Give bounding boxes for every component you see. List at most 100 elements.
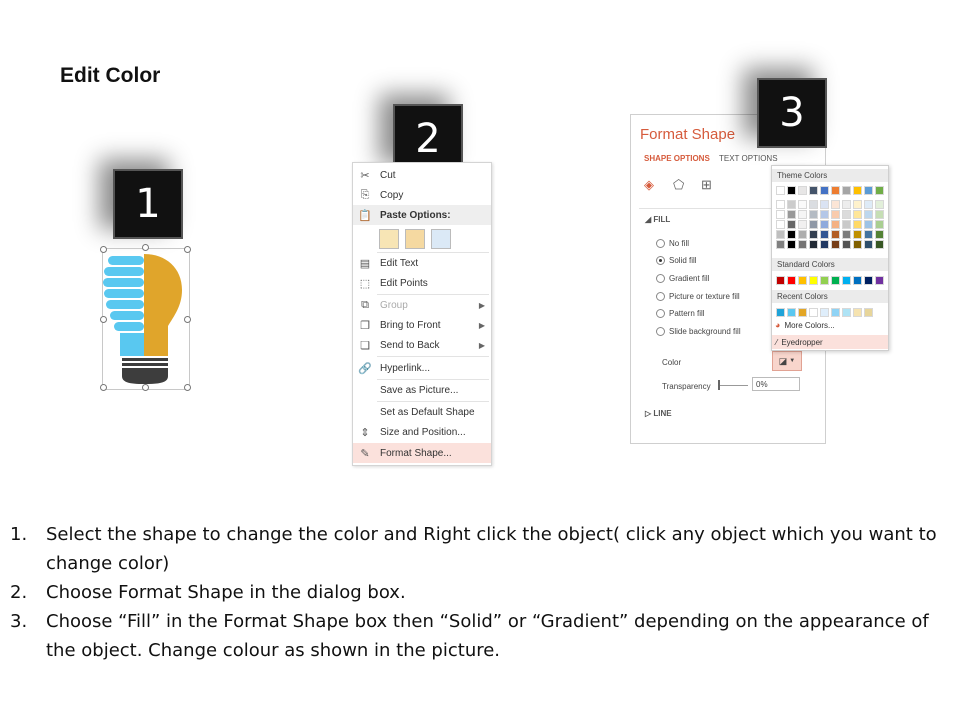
tab-shape-options[interactable]: SHAPE OPTIONS [644, 154, 710, 163]
menu-item-edit-text[interactable]: ▤ Edit Text [353, 253, 491, 273]
color-swatch[interactable] [842, 220, 851, 229]
line-section-header[interactable]: ▷ LINE [645, 409, 672, 418]
radio-pattern-fill[interactable]: Pattern fill [656, 309, 705, 318]
color-swatch[interactable] [809, 220, 818, 229]
color-swatch[interactable] [864, 308, 873, 317]
color-swatch[interactable] [864, 240, 873, 249]
color-swatch[interactable] [798, 240, 807, 249]
color-swatch[interactable] [787, 220, 796, 229]
slider-thumb[interactable] [718, 380, 720, 390]
color-swatch[interactable] [831, 200, 840, 209]
menu-item-edit-points[interactable]: ⬚ Edit Points [353, 273, 491, 293]
color-swatch[interactable] [787, 210, 796, 219]
color-swatch[interactable] [820, 240, 829, 249]
menu-item-cut[interactable]: ✂ Cut [353, 165, 491, 185]
radio-solid-fill[interactable]: Solid fill [656, 256, 697, 265]
color-swatch[interactable] [787, 200, 796, 209]
radio-no-fill[interactable]: No fill [656, 239, 689, 248]
menu-item-save-as-picture[interactable]: Save as Picture... [353, 380, 491, 400]
color-swatch[interactable] [853, 276, 862, 285]
lightbulb-shape[interactable] [100, 236, 191, 394]
color-swatch[interactable] [820, 186, 829, 195]
color-swatch[interactable] [820, 220, 829, 229]
color-swatch[interactable] [842, 276, 851, 285]
color-swatch[interactable] [820, 210, 829, 219]
color-swatch[interactable] [776, 230, 785, 239]
eyedropper-item[interactable]: ⁄ Eyedropper [772, 335, 888, 349]
color-swatch[interactable] [853, 220, 862, 229]
paste-picture-icon[interactable] [431, 229, 451, 249]
fill-section-header[interactable]: ◢ FILL [645, 215, 670, 224]
color-swatch[interactable] [875, 210, 884, 219]
color-swatch[interactable] [842, 186, 851, 195]
color-swatch[interactable] [831, 308, 840, 317]
tab-text-options[interactable]: TEXT OPTIONS [719, 154, 778, 163]
color-swatch[interactable] [798, 308, 807, 317]
menu-item-size-and-position[interactable]: ⇕ Size and Position... [353, 422, 491, 442]
color-swatch[interactable] [831, 186, 840, 195]
more-colors-item[interactable]: ◕ More Colors... [775, 320, 835, 330]
color-swatch[interactable] [842, 230, 851, 239]
color-swatch[interactable] [853, 308, 862, 317]
size-properties-icon[interactable]: ⊞ [701, 177, 712, 193]
color-swatch[interactable] [875, 276, 884, 285]
color-swatch[interactable] [864, 200, 873, 209]
color-swatch[interactable] [798, 186, 807, 195]
color-swatch[interactable] [776, 220, 785, 229]
color-swatch[interactable] [787, 230, 796, 239]
color-swatch[interactable] [864, 210, 873, 219]
effects-icon[interactable]: ⬠ [673, 177, 684, 193]
color-swatch[interactable] [875, 200, 884, 209]
color-swatch[interactable] [820, 276, 829, 285]
paste-keep-formatting-icon[interactable] [379, 229, 399, 249]
color-swatch[interactable] [798, 230, 807, 239]
radio-slide-background-fill[interactable]: Slide background fill [656, 327, 741, 336]
color-swatch[interactable] [853, 186, 862, 195]
color-swatch[interactable] [787, 186, 796, 195]
color-picker-button[interactable]: ◪ ▼ [772, 351, 802, 371]
color-swatch[interactable] [853, 230, 862, 239]
color-swatch[interactable] [787, 308, 796, 317]
color-swatch[interactable] [809, 240, 818, 249]
color-swatch[interactable] [831, 230, 840, 239]
color-swatch[interactable] [787, 276, 796, 285]
color-swatch[interactable] [798, 210, 807, 219]
color-swatch[interactable] [831, 210, 840, 219]
menu-item-set-default-shape[interactable]: Set as Default Shape [353, 402, 491, 422]
radio-picture-fill[interactable]: Picture or texture fill [656, 292, 740, 301]
menu-item-bring-to-front[interactable]: ❐ Bring to Front ▶ [353, 315, 491, 335]
menu-item-send-to-back[interactable]: ❏ Send to Back ▶ [353, 335, 491, 355]
color-swatch[interactable] [798, 200, 807, 209]
menu-item-group[interactable]: ⧉ Group ▶ [353, 295, 491, 315]
color-swatch[interactable] [875, 220, 884, 229]
color-swatch[interactable] [853, 240, 862, 249]
color-swatch[interactable] [831, 220, 840, 229]
color-swatch[interactable] [842, 308, 851, 317]
color-swatch[interactable] [809, 186, 818, 195]
color-swatch[interactable] [820, 230, 829, 239]
color-swatch[interactable] [809, 200, 818, 209]
menu-item-copy[interactable]: ⎘ Copy [353, 185, 491, 205]
color-swatch[interactable] [875, 186, 884, 195]
transparency-input[interactable]: 0% [752, 377, 800, 391]
transparency-slider[interactable] [718, 385, 748, 386]
color-swatch[interactable] [842, 200, 851, 209]
color-swatch[interactable] [809, 210, 818, 219]
color-swatch[interactable] [864, 276, 873, 285]
color-swatch[interactable] [842, 240, 851, 249]
color-swatch[interactable] [842, 210, 851, 219]
color-swatch[interactable] [853, 200, 862, 209]
menu-item-format-shape[interactable]: ✎ Format Shape... [353, 443, 491, 463]
color-swatch[interactable] [875, 240, 884, 249]
color-swatch[interactable] [809, 230, 818, 239]
color-swatch[interactable] [776, 186, 785, 195]
color-swatch[interactable] [809, 308, 818, 317]
color-swatch[interactable] [776, 276, 785, 285]
color-swatch[interactable] [809, 276, 818, 285]
color-swatch[interactable] [787, 240, 796, 249]
paste-use-destination-icon[interactable] [405, 229, 425, 249]
color-swatch[interactable] [864, 220, 873, 229]
fill-line-icon[interactable]: ◈ [644, 177, 654, 193]
color-swatch[interactable] [875, 230, 884, 239]
color-swatch[interactable] [820, 308, 829, 317]
